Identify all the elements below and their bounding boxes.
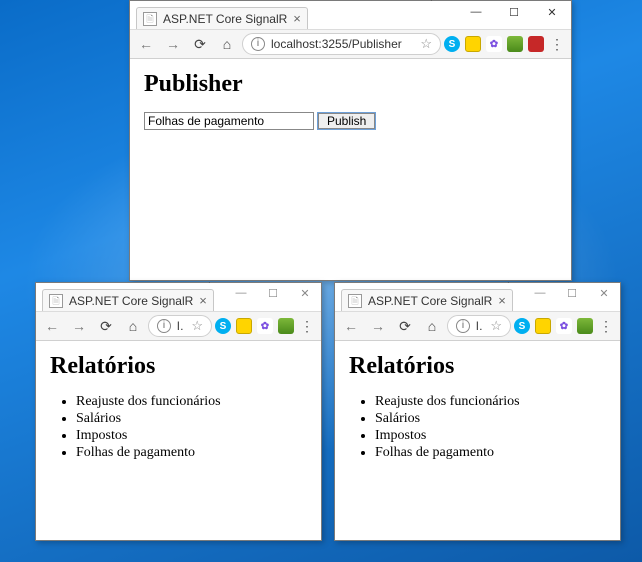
extensions: S ✿ <box>215 318 294 334</box>
extension-red-icon[interactable] <box>528 36 544 52</box>
back-button[interactable]: ← <box>339 314 363 338</box>
page-content: Relatórios Reajuste dos funcionários Sal… <box>335 341 620 540</box>
list-item: Salários <box>76 411 307 427</box>
back-button[interactable]: ← <box>134 32 158 56</box>
publish-row: Publish <box>144 112 557 130</box>
maximize-button[interactable]: ☐ <box>257 283 289 303</box>
tab-strip: 🗎 ASP.NET Core SignalR × <box>130 1 457 29</box>
browser-toolbar: ← → ⟳ ⌂ i localhost:3... ☆ S ✿ ⋮ <box>36 311 321 341</box>
forward-button[interactable]: → <box>161 32 185 56</box>
list-item: Reajuste dos funcionários <box>76 394 307 410</box>
tab-title: ASP.NET Core SignalR <box>69 294 193 308</box>
reload-button[interactable]: ⟳ <box>393 314 417 338</box>
browser-toolbar: ← → ⟳ ⌂ i localhost:3255/Publisher ☆ S ✿… <box>130 29 571 59</box>
minimize-button[interactable]: — <box>457 1 495 23</box>
url-text: localhost:3... <box>177 319 185 333</box>
extension-purple-icon[interactable]: ✿ <box>257 318 273 334</box>
reload-button[interactable]: ⟳ <box>188 32 212 56</box>
minimize-button[interactable]: — <box>225 283 257 303</box>
minimize-button[interactable]: — <box>524 283 556 303</box>
reports-list: Reajuste dos funcionários Salários Impos… <box>375 394 606 461</box>
site-info-icon[interactable]: i <box>251 37 265 51</box>
reports-list: Reajuste dos funcionários Salários Impos… <box>76 394 307 461</box>
window-controls: — ☐ ✕ <box>457 1 571 23</box>
browser-tab[interactable]: 🗎 ASP.NET Core SignalR × <box>136 7 308 29</box>
list-item: Folhas de pagamento <box>76 445 307 461</box>
list-item: Impostos <box>375 428 606 444</box>
page-icon: 🗎 <box>49 294 63 308</box>
publish-button[interactable]: Publish <box>318 113 375 129</box>
extension-skype-icon[interactable]: S <box>215 318 231 334</box>
home-button[interactable]: ⌂ <box>215 32 239 56</box>
bookmark-star-icon[interactable]: ☆ <box>420 36 432 52</box>
tab-title: ASP.NET Core SignalR <box>163 12 287 26</box>
page-content: Publisher Publish <box>130 59 571 280</box>
bookmark-star-icon[interactable]: ☆ <box>191 318 203 334</box>
extension-yellow-icon[interactable] <box>535 318 551 334</box>
extension-green-icon[interactable] <box>507 36 523 52</box>
address-bar[interactable]: i localhost:325... ☆ <box>447 315 511 337</box>
tab-strip: 🗎 ASP.NET Core SignalR × <box>335 283 524 311</box>
forward-button[interactable]: → <box>366 314 390 338</box>
back-button[interactable]: ← <box>40 314 64 338</box>
bookmark-star-icon[interactable]: ☆ <box>490 318 502 334</box>
home-button[interactable]: ⌂ <box>121 314 145 338</box>
extensions: S ✿ <box>444 36 544 52</box>
list-item: Salários <box>375 411 606 427</box>
extension-purple-icon[interactable]: ✿ <box>556 318 572 334</box>
address-bar[interactable]: i localhost:3255/Publisher ☆ <box>242 33 441 55</box>
url-text: localhost:325... <box>476 319 484 333</box>
page-icon: 🗎 <box>143 12 157 26</box>
list-item: Reajuste dos funcionários <box>375 394 606 410</box>
close-button[interactable]: ✕ <box>289 283 321 303</box>
tab-close-icon[interactable]: × <box>199 294 207 307</box>
url-text: localhost:3255/Publisher <box>271 37 414 51</box>
browser-tab[interactable]: 🗎 ASP.NET Core SignalR × <box>341 289 513 311</box>
list-item: Impostos <box>76 428 307 444</box>
browser-tab[interactable]: 🗎 ASP.NET Core SignalR × <box>42 289 214 311</box>
page-icon: 🗎 <box>348 294 362 308</box>
site-info-icon[interactable]: i <box>157 319 171 333</box>
titlebar: 🗎 ASP.NET Core SignalR × — ☐ ✕ <box>36 283 321 311</box>
tab-close-icon[interactable]: × <box>498 294 506 307</box>
tab-title: ASP.NET Core SignalR <box>368 294 492 308</box>
close-button[interactable]: ✕ <box>533 1 571 23</box>
reload-button[interactable]: ⟳ <box>94 314 118 338</box>
window-controls: — ☐ ✕ <box>225 283 321 303</box>
browser-toolbar: ← → ⟳ ⌂ i localhost:325... ☆ S ✿ ⋮ <box>335 311 620 341</box>
titlebar: 🗎 ASP.NET Core SignalR × — ☐ ✕ <box>335 283 620 311</box>
window-reports-2: Paulo 🗎 ASP.NET Core SignalR × — ☐ ✕ ← →… <box>334 282 621 541</box>
extension-green-icon[interactable] <box>278 318 294 334</box>
page-title: Relatórios <box>349 353 606 380</box>
page-content: Relatórios Reajuste dos funcionários Sal… <box>36 341 321 540</box>
window-controls: — ☐ ✕ <box>524 283 620 303</box>
extension-green-icon[interactable] <box>577 318 593 334</box>
page-title: Relatórios <box>50 353 307 380</box>
close-button[interactable]: ✕ <box>588 283 620 303</box>
extension-skype-icon[interactable]: S <box>444 36 460 52</box>
home-button[interactable]: ⌂ <box>420 314 444 338</box>
maximize-button[interactable]: ☐ <box>495 1 533 23</box>
site-info-icon[interactable]: i <box>456 319 470 333</box>
maximize-button[interactable]: ☐ <box>556 283 588 303</box>
extension-skype-icon[interactable]: S <box>514 318 530 334</box>
extension-yellow-icon[interactable] <box>465 36 481 52</box>
extensions: S ✿ <box>514 318 593 334</box>
page-title: Publisher <box>144 71 557 98</box>
chrome-menu-button[interactable]: ⋮ <box>547 36 567 53</box>
window-publisher: Paulo 🗎 ASP.NET Core SignalR × — ☐ ✕ ← →… <box>129 0 572 281</box>
chrome-menu-button[interactable]: ⋮ <box>297 318 317 335</box>
message-input[interactable] <box>144 112 314 130</box>
list-item: Folhas de pagamento <box>375 445 606 461</box>
tab-strip: 🗎 ASP.NET Core SignalR × <box>36 283 225 311</box>
titlebar: 🗎 ASP.NET Core SignalR × — ☐ ✕ <box>130 1 571 29</box>
tab-close-icon[interactable]: × <box>293 12 301 25</box>
window-reports-1: Paulo 🗎 ASP.NET Core SignalR × — ☐ ✕ ← →… <box>35 282 322 541</box>
extension-yellow-icon[interactable] <box>236 318 252 334</box>
forward-button[interactable]: → <box>67 314 91 338</box>
chrome-menu-button[interactable]: ⋮ <box>596 318 616 335</box>
address-bar[interactable]: i localhost:3... ☆ <box>148 315 212 337</box>
extension-purple-icon[interactable]: ✿ <box>486 36 502 52</box>
